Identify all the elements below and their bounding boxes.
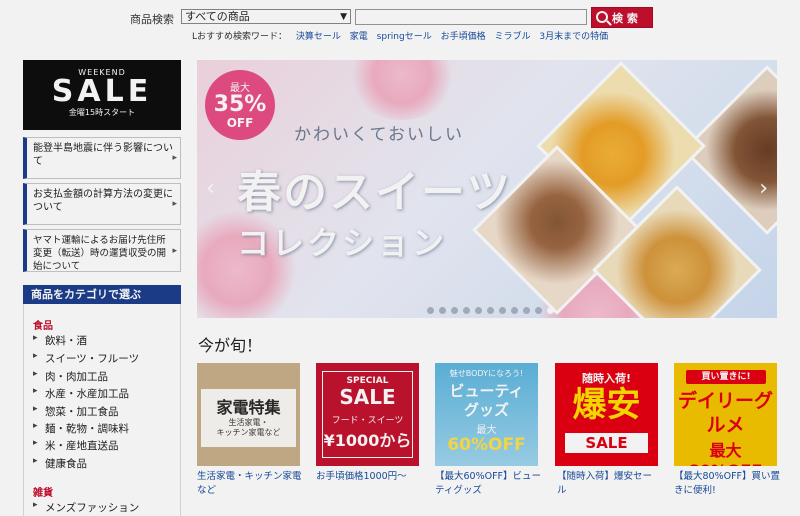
slide-dot[interactable] <box>439 307 446 314</box>
next-slide-icon[interactable]: › <box>759 176 768 201</box>
tile-sub: キッチン家電など <box>216 428 281 437</box>
tile-text: デイリーグルメ <box>677 390 773 436</box>
search-button-label: 検 索 <box>612 12 638 25</box>
promo-tile-bakuyasu-sale[interactable]: 随時入荷! 爆安 SALE <box>555 363 658 466</box>
notice-link[interactable]: 能登半島地震に伴う影響について ▸ <box>23 137 181 179</box>
keyword-link[interactable]: springセール <box>377 32 432 42</box>
category-group-title: 雑貨 <box>33 488 53 499</box>
category-group-title: 食品 <box>33 321 53 332</box>
recommended-keywords: Lおすすめ検索ワード： 決算セール 家電 springセール お手頃価格 ミラブ… <box>192 29 608 42</box>
search-button[interactable]: 検 索 <box>591 7 653 28</box>
category-item[interactable]: 健康食品 <box>33 456 87 471</box>
tile-label-box: 家電特集 生活家電・ キッチン家電など <box>201 389 296 447</box>
header: 商品検索 すべての商品 ▼ 検 索 Lおすすめ検索ワード： 決算セール 家電 s… <box>0 0 800 46</box>
tile-caption-link[interactable]: 【最大60%OFF】ビューティグッズ <box>435 470 547 498</box>
category-item[interactable]: 米・産地直送品 <box>33 438 119 453</box>
search-icon <box>596 11 608 23</box>
category-item[interactable]: 惣菜・加工食品 <box>33 404 119 419</box>
tile-caption-link[interactable]: 生活家電・キッチン家電など <box>197 470 309 498</box>
slide-dot[interactable] <box>535 307 542 314</box>
slide-indicator <box>427 304 559 317</box>
promo-tile-special-sale[interactable]: SPECIAL SALE フード・スイーツ ¥1000から <box>316 363 419 466</box>
tile-text: SALE <box>339 385 396 409</box>
tile-text: グッズ <box>463 401 509 419</box>
tile-text: ビューティ <box>449 382 524 400</box>
keyword-link[interactable]: 決算セール <box>296 32 341 42</box>
tile-text: フード・スイーツ <box>331 416 404 426</box>
discount-badge: 最大 35% OFF <box>205 70 275 140</box>
notice-link[interactable]: お支払金額の計算方法の変更について ▸ <box>23 183 181 225</box>
slide-dot[interactable] <box>451 307 458 314</box>
category-item[interactable]: 飲料・酒 <box>33 333 87 348</box>
tile-text: 魅せBODYになろう! <box>449 369 524 378</box>
notice-link[interactable]: ヤマト運輸によるお届け先住所変更（転送）時の運賃収受の開始について ▸ <box>23 229 181 272</box>
notice-text: お支払金額の計算方法の変更について <box>33 189 173 213</box>
category-item[interactable]: 肉・肉加工品 <box>33 369 108 384</box>
slide-dot[interactable] <box>427 307 434 314</box>
tile-caption-link[interactable]: 【最大80%OFF】買い置きに便利! <box>674 470 786 498</box>
slide-dot[interactable] <box>487 307 494 314</box>
category-item[interactable]: スイーツ・フルーツ <box>33 351 139 366</box>
weekend-sale-banner[interactable]: WEEKEND SALE 金曜15時スタート <box>23 60 181 130</box>
slide-dot[interactable] <box>499 307 506 314</box>
slide-dot[interactable] <box>511 307 518 314</box>
promo-tile-beauty[interactable]: 魅せBODYになろう! ビューティ グッズ 最大 60%OFF <box>435 363 538 466</box>
prev-slide-icon[interactable]: ‹ <box>206 176 215 201</box>
badge-top: 最大 <box>230 83 250 94</box>
banner-title-line2: コレクション <box>237 224 448 262</box>
tile-text: ¥1000から <box>323 431 412 450</box>
chevron-down-icon: ▼ <box>340 12 347 22</box>
blossom-decoration <box>347 60 457 120</box>
chevron-right-icon: ▸ <box>172 245 177 256</box>
category-item[interactable]: 水産・水産加工品 <box>33 386 129 401</box>
search-input[interactable] <box>355 9 587 25</box>
category-select-value: すべての商品 <box>185 10 250 23</box>
banner-title-line1: 春のスイーツ <box>237 167 513 218</box>
badge-percent: 35% <box>213 92 267 117</box>
tile-sub: 生活家電・ <box>228 418 269 427</box>
slide-dot[interactable] <box>475 307 482 314</box>
tile-text: 60%OFF <box>447 435 526 455</box>
keyword-link[interactable]: お手頃価格 <box>441 32 486 42</box>
tile-heading: 家電特集 <box>216 398 281 417</box>
slide-dot[interactable] <box>463 307 470 314</box>
tile-text: 最大80%OFF <box>689 441 763 466</box>
tile-text: 爆安 <box>572 385 641 425</box>
tile-text: 買い置きに! <box>686 370 766 384</box>
keyword-link[interactable]: ミラブル <box>494 32 530 42</box>
category-item[interactable]: メンズファッション <box>33 500 139 515</box>
promo-tile-appliances[interactable]: 家電特集 生活家電・ キッチン家電など <box>197 363 300 466</box>
slide-dot[interactable] <box>523 307 530 314</box>
tile-text: 最大 <box>476 425 497 436</box>
tile-caption-link[interactable]: お手頃価格1000円〜 <box>316 470 428 484</box>
category-item[interactable]: 麺・乾物・調味料 <box>33 421 129 436</box>
hero-banner[interactable]: 最大 35% OFF かわいくておいしい 春のスイーツ コレクション ‹ › <box>197 60 777 318</box>
notice-text: ヤマト運輸によるお届け先住所変更（転送）時の運賃収受の開始について <box>33 235 167 272</box>
slide-dot[interactable] <box>547 307 554 314</box>
section-title: 今が旬！ <box>198 336 263 355</box>
tile-caption-link[interactable]: 【随時入荷】爆安セール <box>557 470 661 498</box>
category-header: 商品をカテゴリで選ぶ <box>23 285 181 304</box>
weekend-sale-sub: 金曜15時スタート <box>68 108 136 117</box>
badge-off: OFF <box>226 116 254 130</box>
tile-text: SALE <box>565 433 648 453</box>
weekend-sale-main: SALE <box>51 74 153 109</box>
keyword-link[interactable]: 3月末までの特価 <box>539 32 608 42</box>
chevron-right-icon: ▸ <box>172 199 177 209</box>
banner-subtitle: かわいくておいしい <box>294 125 464 145</box>
category-select[interactable]: すべての商品 ▼ <box>181 9 351 24</box>
keywords-label: Lおすすめ検索ワード： <box>192 32 288 42</box>
search-label: 商品検索 <box>130 13 174 26</box>
notice-text: 能登半島地震に伴う影響について <box>33 143 173 167</box>
promo-tile-daily-gourmet[interactable]: 買い置きに! デイリーグルメ 最大80%OFF <box>674 363 777 466</box>
chevron-right-icon: ▸ <box>172 153 177 163</box>
keyword-link[interactable]: 家電 <box>350 32 368 42</box>
